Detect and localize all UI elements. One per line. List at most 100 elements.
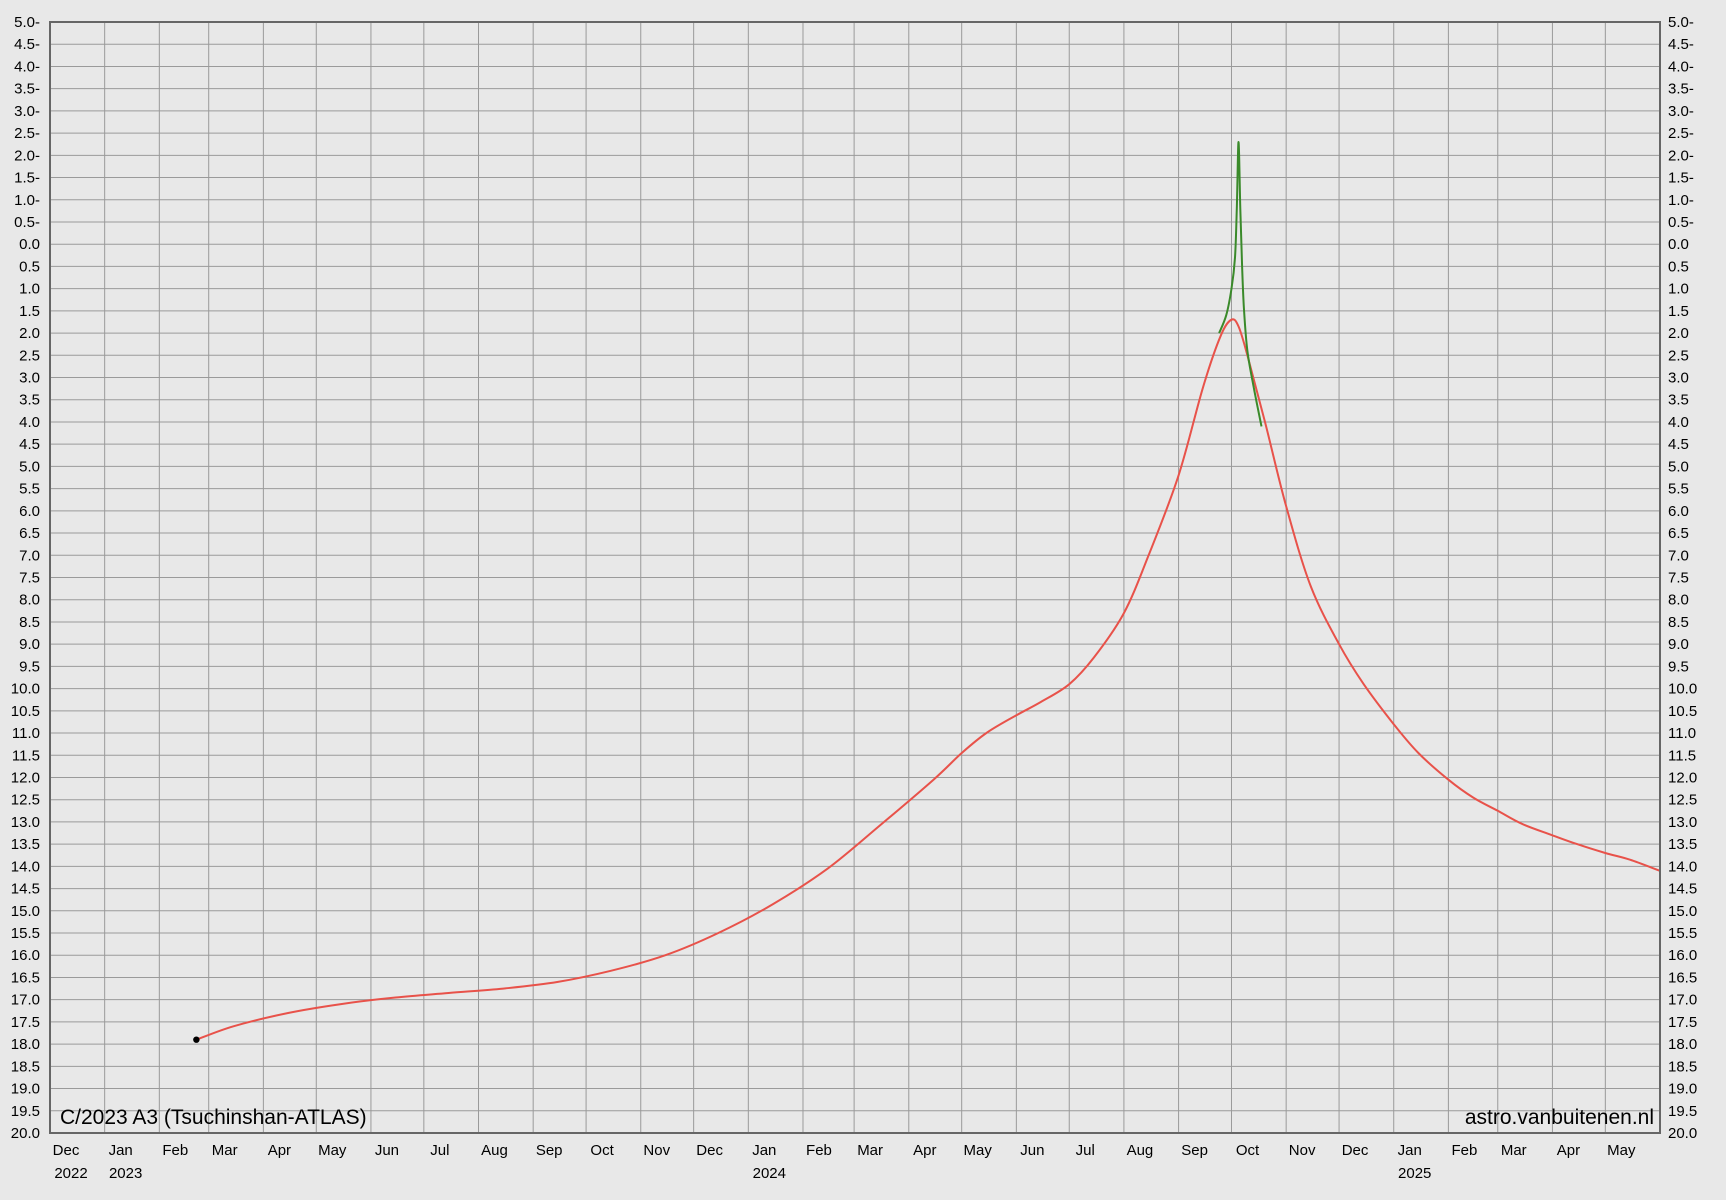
y-tick-label-right: 6.0 [1668, 503, 1689, 520]
y-tick-label-left: 8.5 [19, 614, 40, 631]
y-tick-label-left: 20.0 [11, 1125, 40, 1142]
x-tick-label-month: Apr [913, 1142, 936, 1159]
y-tick-label-left: 10.5 [11, 703, 40, 720]
y-tick-label-right: 6.5 [1668, 525, 1689, 542]
y-tick-label-right: 8.0 [1668, 592, 1689, 609]
y-tick-label-right: 13.0 [1668, 814, 1697, 831]
x-tick-label-month: Aug [481, 1142, 508, 1159]
y-tick-label-right: 0.5 [1668, 258, 1689, 275]
y-tick-label-right: 2.0- [1668, 147, 1694, 164]
y-tick-label-left: 2.5 [19, 347, 40, 364]
x-tick-label-month: Sep [536, 1142, 563, 1159]
y-tick-label-right: 5.0 [1668, 458, 1689, 475]
y-tick-label-left: 0.5 [19, 258, 40, 275]
x-tick-label-month: Oct [590, 1142, 614, 1159]
y-tick-label-right: 9.0 [1668, 636, 1689, 653]
y-tick-label-right: 1.0 [1668, 281, 1689, 298]
y-tick-label-right: 5.0- [1668, 14, 1694, 31]
x-tick-label-month: Dec [1342, 1142, 1369, 1159]
y-tick-label-right: 0.0 [1668, 236, 1689, 253]
x-tick-label-month: May [318, 1142, 347, 1159]
y-tick-label-left: 5.0 [19, 458, 40, 475]
y-tick-label-left: 0.0 [19, 236, 40, 253]
y-tick-label-right: 10.0 [1668, 681, 1697, 698]
y-tick-label-right: 1.0- [1668, 192, 1694, 209]
x-tick-label-month: Jan [752, 1142, 776, 1159]
y-tick-label-left: 7.0 [19, 547, 40, 564]
y-tick-label-left: 14.0 [11, 858, 40, 875]
y-tick-label-right: 12.0 [1668, 769, 1697, 786]
y-tick-label-right: 14.5 [1668, 881, 1697, 898]
y-tick-label-left: 12.5 [11, 792, 40, 809]
y-tick-label-left: 18.5 [11, 1058, 40, 1075]
y-tick-label-left: 4.5 [19, 436, 40, 453]
y-tick-label-left: 19.5 [11, 1103, 40, 1120]
x-tick-label-month: Mar [1501, 1142, 1527, 1159]
y-tick-label-left: 16.0 [11, 947, 40, 964]
y-tick-label-right: 11.5 [1668, 747, 1696, 764]
y-tick-label-right: 20.0 [1668, 1125, 1697, 1142]
x-tick-label-month: Jun [375, 1142, 399, 1159]
observation-point [193, 1036, 200, 1043]
y-tick-label-left: 5.0- [14, 14, 40, 31]
y-tick-label-left: 9.0 [19, 636, 40, 653]
grid [50, 21, 1660, 1134]
y-tick-label-right: 14.0 [1668, 858, 1697, 875]
y-tick-label-right: 15.0 [1668, 903, 1697, 920]
y-tick-label-left: 10.0 [11, 681, 40, 698]
y-tick-label-right: 13.5 [1668, 836, 1697, 853]
y-tick-label-right: 15.5 [1668, 925, 1697, 942]
x-tick-label-month: Feb [806, 1142, 832, 1159]
x-tick-label-month: Feb [1451, 1142, 1477, 1159]
x-tick-label-month: Mar [857, 1142, 883, 1159]
y-tick-label-left: 4.5- [14, 36, 40, 53]
x-tick-label-month: Nov [1289, 1142, 1316, 1159]
x-tick-label-month: Mar [212, 1142, 238, 1159]
y-tick-label-left: 5.5 [19, 481, 40, 498]
y-tick-label-left: 8.0 [19, 592, 40, 609]
y-tick-label-right: 4.0- [1668, 58, 1694, 75]
x-tick-label-month: Jan [1398, 1142, 1422, 1159]
x-tick-label-month: Oct [1236, 1142, 1260, 1159]
y-tick-label-left: 6.0 [19, 503, 40, 520]
y-tick-label-right: 18.5 [1668, 1058, 1697, 1075]
y-tick-label-left: 1.5 [19, 303, 40, 320]
observations-group [193, 1036, 200, 1043]
x-tick-label-month: Apr [1557, 1142, 1580, 1159]
y-tick-label-left: 9.5 [19, 658, 40, 675]
x-tick-label-month: Jul [430, 1142, 449, 1159]
y-tick-label-right: 2.5- [1668, 125, 1694, 142]
y-tick-label-right: 7.5 [1668, 570, 1689, 587]
chart-title: C/2023 A3 (Tsuchinshan-ATLAS) [60, 1106, 367, 1129]
y-tick-label-right: 1.5- [1668, 170, 1694, 187]
y-tick-label-right: 5.5 [1668, 481, 1689, 498]
x-tick-label-month: Nov [643, 1142, 670, 1159]
x-tick-label-month: Jul [1076, 1142, 1095, 1159]
y-tick-label-left: 17.0 [11, 992, 40, 1009]
y-tick-label-left: 13.5 [11, 836, 40, 853]
magnitude-chart: 5.0- 5.0- 4.5- 4.5- 4.0- 4.0- 3.5- 3.5- 3.0- 3.0-… [11, 14, 1697, 1182]
y-tick-label-left: 2.5- [14, 125, 40, 142]
y-tick-label-left: 3.5 [19, 392, 40, 409]
y-tick-label-right: 11.0 [1668, 725, 1696, 742]
y-tick-label-right: 0.5- [1668, 214, 1694, 231]
y-tick-label-left: 18.0 [11, 1036, 40, 1053]
y-tick-label-right: 3.5 [1668, 392, 1689, 409]
y-tick-label-left: 17.5 [11, 1014, 40, 1031]
x-tick-label-month: Aug [1127, 1142, 1154, 1159]
y-tick-label-right: 18.0 [1668, 1036, 1697, 1053]
y-tick-label-right: 4.0 [1668, 414, 1689, 431]
y-tick-label-left: 1.0- [14, 192, 40, 209]
y-tick-label-left: 4.0- [14, 58, 40, 75]
y-tick-label-right: 12.5 [1668, 792, 1697, 809]
x-tick-label-month: Sep [1181, 1142, 1208, 1159]
y-tick-label-right: 2.0 [1668, 325, 1689, 342]
y-tick-label-left: 3.0- [14, 103, 40, 120]
y-tick-label-left: 16.5 [11, 969, 40, 986]
y-tick-label-left: 3.0 [19, 370, 40, 387]
y-tick-label-left: 0.5- [14, 214, 40, 231]
y-tick-label-right: 3.0 [1668, 370, 1689, 387]
y-tick-label-left: 15.5 [11, 925, 40, 942]
y-tick-label-left: 13.0 [11, 814, 40, 831]
y-tick-label-right: 16.0 [1668, 947, 1697, 964]
